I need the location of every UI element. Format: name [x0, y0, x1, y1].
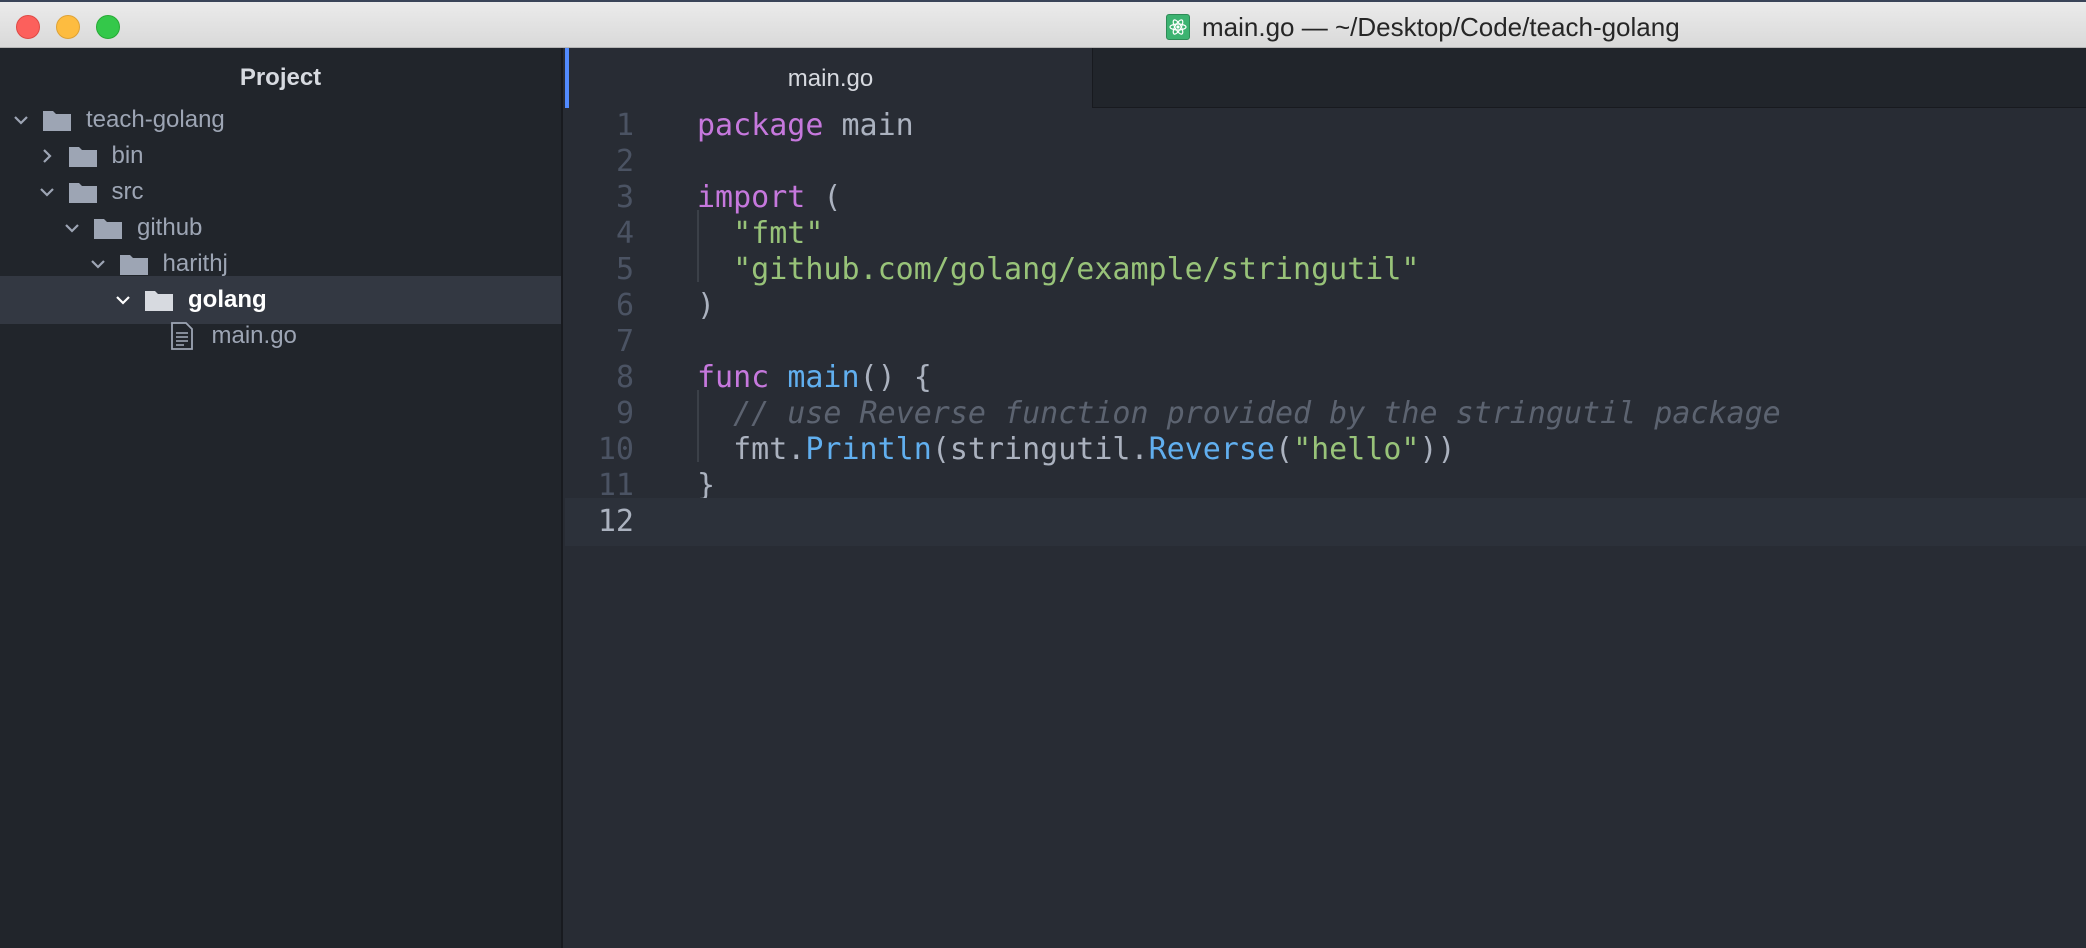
tab-label: main.go [787, 64, 874, 92]
file-text-icon [170, 321, 196, 351]
folder-icon [144, 287, 174, 313]
window-title-group: main.go — ~/Desktop/Code/teach-golang [1166, 12, 1680, 42]
tree-item-label: teach-golang [86, 106, 225, 133]
folder-icon [42, 107, 72, 133]
title-bar: main.go — ~/Desktop/Code/teach-golang [0, 0, 2086, 48]
tree-file-item[interactable]: main.go [0, 312, 561, 360]
folder-icon [68, 179, 98, 205]
tree-item-label: golang [188, 286, 267, 313]
atom-icon [1166, 14, 1190, 40]
tree-item-label: bin [111, 142, 144, 169]
zoom-window-button[interactable] [96, 15, 120, 39]
tab-main-go[interactable]: main.go [565, 48, 1093, 109]
chevron-down-icon[interactable] [112, 289, 134, 311]
tree-item-label: github [137, 214, 203, 241]
indent-guide [697, 210, 699, 282]
indent-guide [697, 390, 699, 462]
chevron-down-icon[interactable] [10, 109, 32, 131]
code-editor[interactable]: 1 package main 2 3 import (4 "fmt" 5 "github.… [565, 108, 2086, 948]
code-line[interactable]: 12 [565, 498, 2086, 546]
tree-item-label: main.go [211, 322, 297, 349]
tree-item-label: harithj [162, 250, 228, 277]
chevron-down-icon[interactable] [87, 253, 109, 275]
chevron-right-icon[interactable] [36, 145, 58, 167]
project-sidebar: Project teach-golang bin src github harithj g… [0, 48, 563, 948]
folder-icon [119, 251, 149, 277]
tree-item-label: src [111, 178, 144, 205]
line-number: 12 [597, 504, 634, 539]
folder-icon [68, 143, 98, 169]
tab-bar: main.go [565, 48, 2086, 109]
close-window-button[interactable] [16, 15, 40, 39]
chevron-down-icon[interactable] [36, 181, 58, 203]
minimize-window-button[interactable] [56, 15, 80, 39]
folder-icon [93, 215, 123, 241]
window-title: main.go — ~/Desktop/Code/teach-golang [1202, 11, 1680, 42]
chevron-down-icon[interactable] [61, 217, 83, 239]
